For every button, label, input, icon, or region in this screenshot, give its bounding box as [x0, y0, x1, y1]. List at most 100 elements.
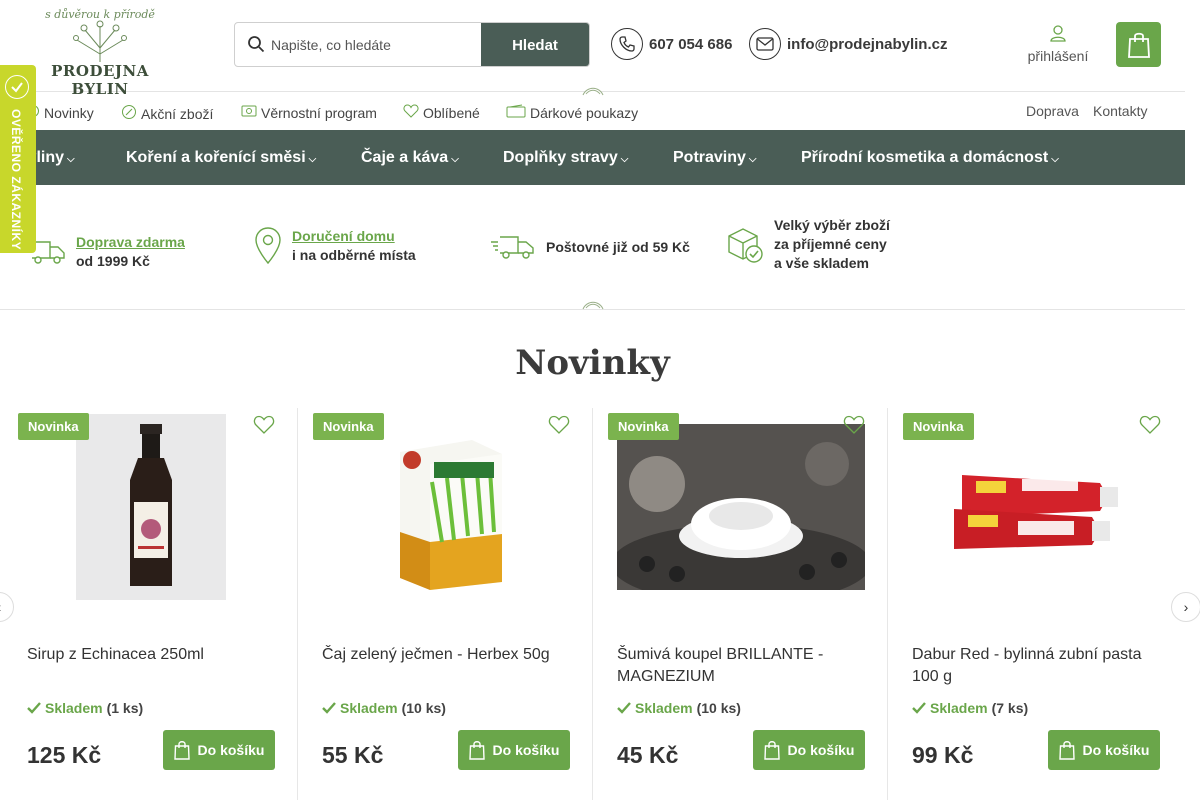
free-shipping-text: od 1999 Kč [76, 253, 150, 269]
product-name[interactable]: Šumivá koupel BRILLANTE - MAGNEZIUM [617, 644, 867, 688]
email-link[interactable]: info@prodejnabylin.cz [749, 28, 947, 60]
product-image[interactable] [912, 412, 1160, 602]
add-to-cart-button[interactable]: Do košíku [1048, 730, 1160, 770]
add-to-cart-button[interactable]: Do košíku [458, 730, 570, 770]
new-badge: Novinka [313, 413, 384, 440]
nav-item-caje[interactable]: Čaje a káva ⌵ [361, 149, 459, 167]
secondary-nav: Novinky Akční zboží Věrnostní program Ob… [0, 92, 1185, 130]
subnav-item-oblibene[interactable]: Oblíbené [403, 104, 480, 121]
heart-icon [403, 104, 419, 121]
add-to-cart-label: Do košíku [787, 742, 855, 758]
nav-item-doplnky[interactable]: Doplňky stravy ⌵ [503, 149, 628, 167]
nav-label: Koření a kořenící směsi [126, 149, 306, 166]
product-image[interactable] [617, 412, 865, 602]
add-to-cart-label: Do košíku [197, 742, 265, 758]
product-name[interactable]: Sirup z Echinacea 250ml [27, 644, 277, 666]
product-name[interactable]: Dabur Red - bylinná zubní pasta 100 g [912, 644, 1162, 688]
product-price: 125 Kč [27, 742, 102, 768]
check-icon [617, 702, 631, 714]
email-address: info@prodejnabylin.cz [787, 35, 948, 53]
login-button[interactable]: přihlášení [1020, 24, 1096, 64]
stock-quantity: (10 ks) [401, 700, 446, 716]
verified-customers-badge[interactable]: OVĚŘENO ZÁKAZNÍKY [0, 65, 36, 253]
new-badge: Novinka [903, 413, 974, 440]
chevron-down-icon: ⌵ [748, 153, 757, 165]
leaf-divider-icon [582, 301, 604, 310]
box-check-icon [728, 227, 763, 263]
new-badge: Novinka [608, 413, 679, 440]
product-name[interactable]: Čaj zelený ječmen - Herbex 50g [322, 644, 572, 666]
nav-item-kosmetika[interactable]: Přírodní kosmetika a domácnost ⌵ [801, 149, 1059, 167]
shopping-bag-icon [1127, 32, 1150, 58]
add-to-cart-button[interactable]: Do košíku [163, 730, 275, 770]
search-button[interactable]: Hledat [481, 23, 589, 66]
nav-label: Doplňky stravy [503, 149, 618, 166]
fast-truck-icon [491, 236, 534, 259]
subnav-label: Oblíbené [423, 104, 480, 121]
percent-icon [121, 104, 137, 123]
subnav-label: Akční zboží [141, 105, 214, 122]
chevron-down-icon: ⌵ [1051, 153, 1059, 165]
login-label: přihlášení [1027, 48, 1089, 64]
phone-link[interactable]: 607 054 686 [611, 28, 732, 60]
carousel-next-button[interactable]: › [1171, 592, 1200, 622]
subnav-item-novinky[interactable]: Novinky [26, 104, 94, 121]
add-to-cart-button[interactable]: Do košíku [753, 730, 865, 770]
range-line3: a vše skladem [774, 255, 869, 271]
product-card[interactable]: Novinka Sirup z Echinacea 250ml Skladem … [3, 408, 298, 800]
mail-icon [749, 28, 781, 60]
favorite-heart-icon[interactable] [1139, 415, 1161, 435]
benefit-postage: Poštovné již od 59 Kč [490, 233, 690, 261]
product-image[interactable] [322, 412, 570, 602]
home-delivery-link[interactable]: Doručení domu [292, 228, 395, 244]
benefit-free-shipping: Doprava zdarma od 1999 Kč [24, 233, 185, 271]
postage-text: Poštovné již od 59 Kč [546, 238, 690, 255]
stock-quantity: (7 ks) [991, 700, 1029, 716]
product-card[interactable]: Novinka Šumivá koupel BRILLANTE - MAGNEZ… [593, 408, 888, 800]
stock-status: Skladem (10 ks) [617, 700, 741, 716]
range-line2: za příjemné ceny [774, 236, 887, 252]
link-doprava[interactable]: Doprava [1026, 103, 1079, 119]
nav-label: Přírodní kosmetika a domácnost [801, 149, 1049, 166]
search-input[interactable] [271, 23, 481, 66]
herbs-illustration-icon [73, 20, 127, 62]
free-shipping-link[interactable]: Doprava zdarma [76, 234, 185, 250]
product-image[interactable] [27, 412, 275, 602]
header: s důvěrou k přírodě PRODEJNA BYLIN Hleda… [0, 0, 1185, 98]
benefits-bar: Doprava zdarma od 1999 Kč Doručení domu i … [0, 186, 1185, 310]
phone-number: 607 054 686 [649, 35, 733, 53]
benefit-home-delivery: Doručení domu i na odběrné místa [254, 227, 416, 265]
product-price: 99 Kč [912, 742, 974, 768]
shopping-bag-icon [173, 741, 190, 760]
stock-label: Skladem [340, 700, 398, 716]
product-carousel: Novinka Sirup z Echinacea 250ml Skladem … [3, 408, 1183, 800]
chevron-down-icon: ⌵ [451, 153, 459, 165]
stock-quantity: (10 ks) [696, 700, 741, 716]
main-category-nav: Byliny ⌵ Koření a kořenící směsi ⌵ Čaje a … [0, 130, 1185, 185]
product-card[interactable]: Novinka Dabur Red - bylinná zubní pasta … [888, 408, 1183, 800]
favorite-heart-icon[interactable] [843, 415, 865, 435]
product-card[interactable]: Novinka Čaj zelený ječmen - Herbex 50g S… [298, 408, 593, 800]
subnav-item-vernostni[interactable]: Věrnostní program [241, 104, 377, 121]
stock-status: Skladem (1 ks) [27, 700, 143, 716]
check-icon [27, 702, 41, 714]
favorite-heart-icon[interactable] [253, 415, 275, 435]
shopping-bag-icon [763, 741, 780, 760]
link-kontakty[interactable]: Kontakty [1093, 103, 1147, 119]
logo[interactable]: s důvěrou k přírodě PRODEJNA BYLIN [30, 8, 170, 98]
product-price: 55 Kč [322, 742, 384, 768]
subnav-label: Dárkové poukazy [530, 104, 639, 121]
cart-button[interactable] [1116, 22, 1161, 67]
voucher-icon [506, 104, 526, 121]
favorite-heart-icon[interactable] [548, 415, 570, 435]
section-title: Novinky [515, 343, 670, 383]
nav-item-koreni[interactable]: Koření a kořenící směsi ⌵ [126, 149, 316, 167]
search-box: Hledat [234, 22, 590, 67]
nav-item-potraviny[interactable]: Potraviny ⌵ [673, 149, 757, 167]
subnav-label: Novinky [44, 104, 94, 121]
check-icon [912, 702, 926, 714]
subnav-item-akce[interactable]: Akční zboží [121, 104, 213, 123]
range-line1: Velký výběr zboží [774, 217, 890, 233]
user-icon [1050, 25, 1066, 42]
subnav-item-poukazy[interactable]: Dárkové poukazy [506, 104, 638, 121]
